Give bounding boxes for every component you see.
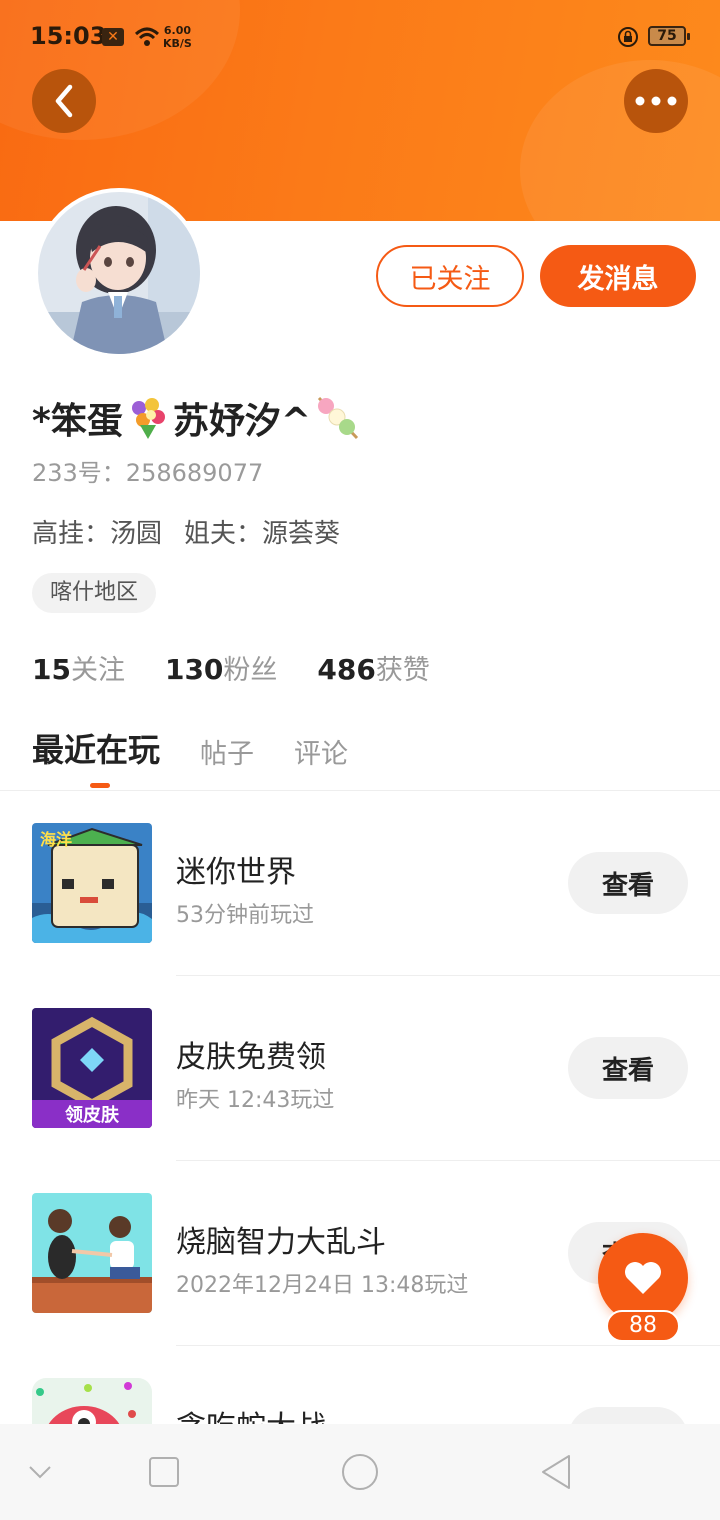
- circle-icon: [342, 1454, 378, 1490]
- profile-stats: 15关注 130粉丝 486获赞: [32, 648, 470, 687]
- back-nav-button[interactable]: [516, 1424, 596, 1520]
- region-tag: 喀什地区: [32, 573, 157, 613]
- triangle-back-icon: [542, 1455, 570, 1489]
- avatar[interactable]: [34, 188, 204, 358]
- tab-posts[interactable]: 帖子: [200, 732, 254, 771]
- thumbnail-text: 领皮肤: [65, 1104, 120, 1126]
- rotation-lock-icon: [617, 26, 639, 52]
- home-button[interactable]: [320, 1424, 400, 1520]
- send-message-button[interactable]: 发消息: [540, 245, 696, 307]
- game-thumbnail: 领皮肤: [32, 1008, 152, 1128]
- hide-nav-button[interactable]: [0, 1424, 80, 1520]
- nickname: *笨蛋 苏妤汐^: [32, 392, 361, 444]
- heart-icon: [625, 1262, 661, 1294]
- net-speed-unit: KB/S: [163, 37, 192, 50]
- game-last-played: 2022年12月24日 13:48玩过: [176, 1273, 469, 1298]
- net-speed: 6.00 KB/S: [163, 24, 192, 50]
- more-options-button[interactable]: [624, 69, 688, 133]
- nickname-part-1: *笨蛋: [32, 401, 123, 442]
- list-item[interactable]: 海洋 迷你世界 53分钟前玩过 查看: [0, 791, 720, 976]
- recent-apps-button[interactable]: [124, 1424, 204, 1520]
- relation-item: 姐夫：源荟葵: [184, 519, 341, 549]
- status-bar: 15:03 ✕ 6.00 KB/S 75: [0, 0, 720, 76]
- tab-recently-played[interactable]: 最近在玩: [32, 725, 160, 788]
- likes-label: 获赞: [375, 655, 430, 686]
- square-icon: [149, 1457, 179, 1487]
- status-time: 15:03: [30, 22, 107, 50]
- battery-indicator: 75: [648, 26, 690, 46]
- tab-comments[interactable]: 评论: [294, 732, 348, 771]
- game-name: 烧脑智力大乱斗: [176, 1225, 386, 1260]
- relation-item: 高挂：汤圆: [32, 519, 163, 549]
- list-item[interactable]: 领皮肤 皮肤免费领 昨天 12:43玩过 查看: [0, 976, 720, 1161]
- fans-count: 130: [164, 653, 224, 686]
- dango-emoji-icon: [317, 396, 359, 440]
- user-id: 233号：258689077: [32, 459, 264, 487]
- following-label: 关注: [70, 655, 125, 686]
- game-name: 迷你世界: [176, 855, 296, 890]
- view-game-button[interactable]: 查看: [568, 852, 688, 914]
- system-nav-bar: [0, 1424, 720, 1520]
- fans-label: 粉丝: [223, 655, 278, 686]
- profile-tabs: 最近在玩 帖子 评论: [32, 725, 388, 788]
- nickname-part-2: 苏妤汐^: [172, 401, 311, 442]
- fans-stat[interactable]: 130粉丝: [165, 648, 277, 687]
- following-stat[interactable]: 15关注: [32, 648, 125, 687]
- more-dots-icon: [635, 96, 677, 106]
- relations: 高挂：汤圆 姐夫：源荟葵: [32, 513, 340, 550]
- game-last-played: 53分钟前玩过: [176, 903, 314, 928]
- back-button[interactable]: [32, 69, 96, 133]
- game-thumbnail: [32, 1193, 152, 1313]
- wifi-icon: [134, 26, 160, 52]
- like-count-badge: 88: [606, 1310, 680, 1342]
- avatar-image: [38, 192, 200, 354]
- likes-stat: 486获赞: [317, 648, 429, 687]
- game-name: 皮肤免费领: [176, 1040, 326, 1075]
- chevron-left-icon: [55, 84, 73, 118]
- likes-count: 486: [317, 653, 376, 686]
- bouquet-emoji-icon: [131, 398, 165, 439]
- game-last-played: 昨天 12:43玩过: [176, 1088, 335, 1113]
- net-speed-value: 6.00: [163, 24, 191, 37]
- notification-x-icon: ✕: [102, 28, 124, 46]
- view-game-button[interactable]: 查看: [568, 1037, 688, 1099]
- following-count: 15: [32, 653, 71, 686]
- svg-text:海洋: 海洋: [40, 830, 72, 849]
- chevron-down-icon: [29, 1466, 51, 1479]
- game-thumbnail: 海洋: [32, 823, 152, 943]
- followed-button[interactable]: 已关注: [376, 245, 524, 307]
